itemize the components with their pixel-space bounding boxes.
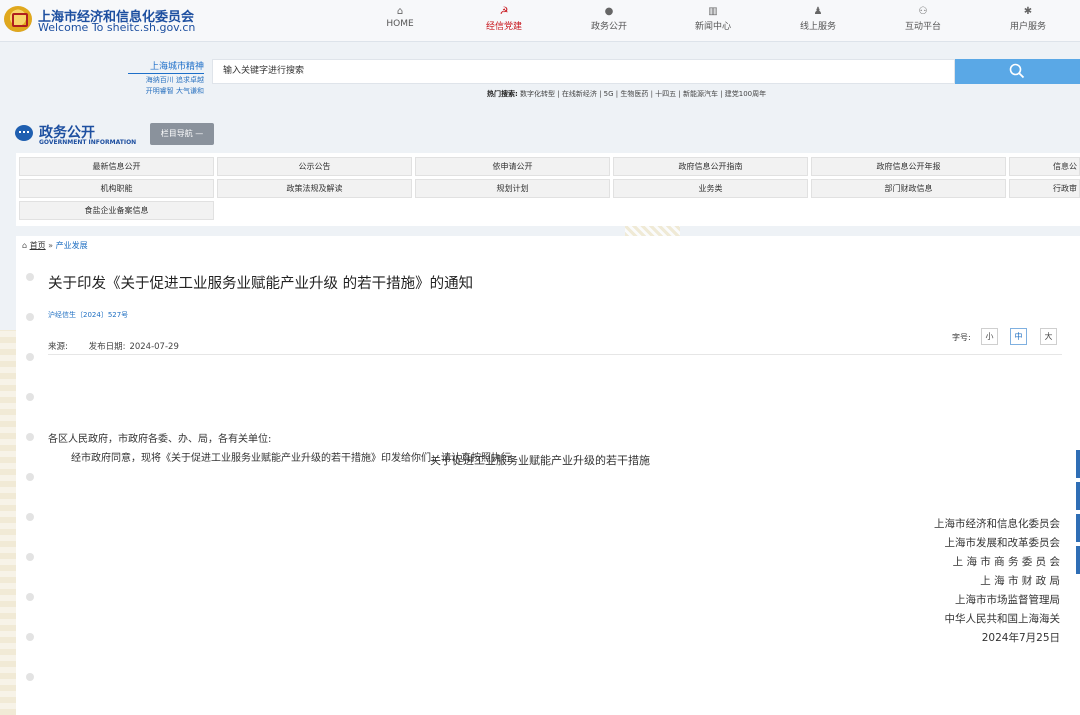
article-content: ⌂ 首页 » 产业发展 关于印发《关于促进工业服务业赋能产业升级 的若干措施》的… (16, 236, 1080, 715)
font-small-button[interactable]: 小 (981, 328, 998, 345)
column-link[interactable]: 业务类 (613, 179, 808, 198)
slogan-title: 上海城市精神 (128, 59, 204, 74)
document-number: 沪经信生〔2024〕527号 (48, 311, 129, 319)
search-button[interactable] (955, 59, 1080, 84)
column-nav-toggle-button[interactable]: 栏目导航 — (150, 123, 214, 145)
salutation: 各区人民政府，市政府各委、办、局，各有关单位: (48, 434, 272, 445)
slogan-line-1: 海纳百川 追求卓越 (145, 76, 204, 84)
nav-user-service[interactable]: ✱ 用户服务 (988, 6, 1068, 32)
font-size-label: 字号: (952, 333, 971, 342)
decorative-building-illustration (0, 330, 16, 715)
search-band: 上海城市精神 海纳百川 追求卓越 开明睿智 大气谦和 输入关键字进行搜索 热门搜… (0, 43, 1080, 105)
timeline-dot (26, 593, 34, 601)
home-icon: ⌂ (396, 6, 404, 17)
timeline-dot (26, 633, 34, 641)
breadcrumb-current[interactable]: 产业发展 (56, 241, 88, 250)
breadcrumb-separator: » (48, 241, 54, 250)
interaction-icon: ⚇ (918, 6, 928, 17)
city-spirit-slogan: 上海城市精神 海纳百川 追求卓越 开明睿智 大气谦和 (128, 59, 204, 96)
font-medium-button[interactable]: 中 (1010, 328, 1027, 345)
article-meta: 来源: 发布日期: 2024-07-29 (48, 340, 197, 352)
hot-search-terms[interactable]: 数字化转型 | 在线新经济 | 5G | 生物医药 | 十四五 | 新能源汽车 … (520, 90, 766, 98)
column-grid: 最新信息公开 公示公告 依申请公开 政府信息公开指南 政府信息公开年报 信息公 … (16, 153, 1080, 226)
signatory: 上海市发展和改革委员会 (944, 537, 1061, 549)
signatories: 上海市经济和信息化委员会 上海市发展和改革委员会 上 海 市 商 务 委 员 会… (800, 515, 1060, 648)
timeline-dot (26, 673, 34, 681)
source-label: 来源: (48, 342, 68, 352)
government-info-bar: 政务公开 GOVERNMENT INFORMATION 栏目导航 — (0, 118, 1080, 152)
breadcrumb: ⌂ 首页 » 产业发展 (22, 240, 88, 251)
decorative-strip (625, 226, 680, 236)
column-link[interactable]: 公示公告 (217, 157, 412, 176)
search-input[interactable]: 输入关键字进行搜索 (212, 59, 955, 84)
signatory: 上 海 市 财 政 局 (980, 575, 1060, 587)
speech-bubble-icon (15, 125, 33, 141)
column-link[interactable]: 行政审 (1009, 179, 1080, 198)
font-large-button[interactable]: 大 (1040, 328, 1057, 345)
attachment-title: 关于促进工业服务业赋能产业升级的若干措施 (430, 454, 650, 467)
side-tab[interactable] (1076, 546, 1080, 574)
side-tab[interactable] (1076, 482, 1080, 510)
chat-bubble-icon: ● (604, 6, 614, 17)
signatory: 中华人民共和国上海海关 (944, 613, 1061, 625)
signatory: 上 海 市 商 务 委 员 会 (952, 556, 1060, 568)
column-link[interactable]: 政策法规及解读 (217, 179, 412, 198)
timeline-dot (26, 553, 34, 561)
timeline-dot (26, 273, 34, 281)
timeline-dot (26, 473, 34, 481)
timeline-dot (26, 513, 34, 521)
gear-icon: ✱ (1023, 6, 1033, 17)
column-link[interactable]: 政府信息公开年报 (811, 157, 1006, 176)
timeline-dot (26, 393, 34, 401)
user-service-icon: ♟ (813, 6, 823, 17)
site-subtitle: Welcome To sheitc.sh.gov.cn (38, 21, 196, 34)
home-outline-icon[interactable]: ⌂ (22, 241, 27, 250)
newspaper-icon: ▥ (708, 6, 718, 17)
column-link[interactable]: 信息公 (1009, 157, 1080, 176)
government-emblem-icon[interactable] (4, 6, 32, 32)
hot-searches-label: 热门搜索: (487, 90, 518, 98)
article-title: 关于印发《关于促进工业服务业赋能产业升级 的若干措施》的通知 (48, 276, 474, 292)
search-icon (1009, 63, 1025, 79)
slogan-line-2: 开明睿智 大气谦和 (145, 87, 204, 95)
side-tab[interactable] (1076, 514, 1080, 542)
site-header: 上海市经济和信息化委员会 Welcome To sheitc.sh.gov.cn… (0, 0, 1080, 42)
nav-party-building[interactable]: ☭ 经信党建 (464, 6, 544, 32)
column-link[interactable]: 机构职能 (19, 179, 214, 198)
column-link[interactable]: 最新信息公开 (19, 157, 214, 176)
publish-date: 2024-07-29 (129, 342, 179, 352)
nav-government-affairs[interactable]: ● 政务公开 (569, 6, 649, 32)
divider (48, 354, 1062, 355)
signatory: 上海市经济和信息化委员会 (934, 518, 1060, 530)
column-link[interactable]: 部门财政信息 (811, 179, 1006, 198)
signatory: 上海市市场监督管理局 (955, 594, 1060, 606)
column-link[interactable]: 政府信息公开指南 (613, 157, 808, 176)
nav-interaction[interactable]: ⚇ 互动平台 (883, 6, 963, 32)
section-subtitle: GOVERNMENT INFORMATION (39, 139, 137, 146)
breadcrumb-home[interactable]: 首页 (30, 241, 46, 250)
timeline-dot (26, 353, 34, 361)
column-link[interactable]: 规划计划 (415, 179, 610, 198)
timeline-dot (26, 313, 34, 321)
column-link[interactable]: 食盐企业备案信息 (19, 201, 214, 220)
nav-online-service[interactable]: ♟ 线上服务 (778, 6, 858, 32)
nav-home[interactable]: ⌂ HOME (360, 6, 440, 29)
publish-date-label: 发布日期: (88, 342, 126, 352)
party-emblem-icon: ☭ (499, 6, 509, 17)
nav-news-center[interactable]: ▥ 新闻中心 (673, 6, 753, 32)
top-navigation: ⌂ HOME ☭ 经信党建 ● 政务公开 ▥ 新闻中心 ♟ 线上服务 ⚇ 互动平… (350, 0, 1080, 42)
timeline-dot (26, 433, 34, 441)
signing-date: 2024年7月25日 (981, 632, 1060, 644)
side-tab[interactable] (1076, 450, 1080, 478)
hot-searches: 热门搜索: 数字化转型 | 在线新经济 | 5G | 生物医药 | 十四五 | … (487, 89, 766, 99)
column-link[interactable]: 依申请公开 (415, 157, 610, 176)
